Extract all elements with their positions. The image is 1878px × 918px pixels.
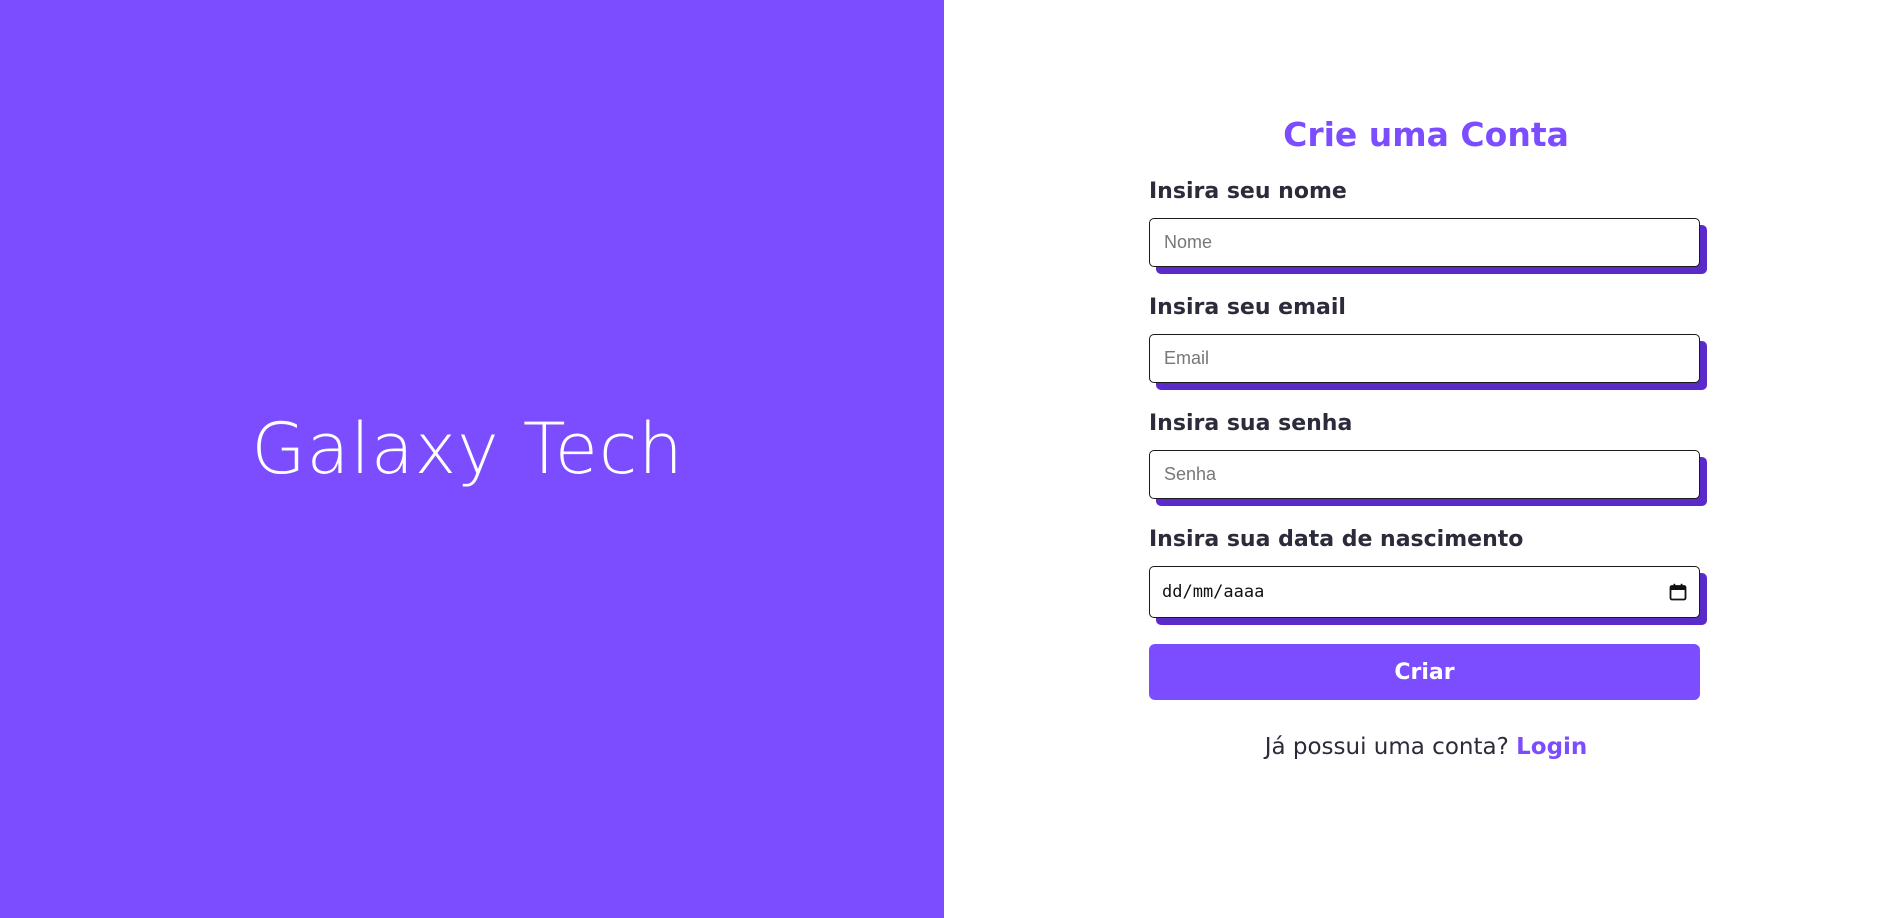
create-account-button[interactable]: Criar xyxy=(1149,644,1700,700)
name-field-group: Insira seu nome xyxy=(1149,177,1707,274)
name-input-wrapper xyxy=(1149,218,1707,274)
form-panel: Crie uma Conta Insira seu nome Insira se… xyxy=(944,0,1878,918)
brand-title: Galaxy Tech xyxy=(251,407,684,490)
birthdate-input-wrapper: dd/mm/aaaa xyxy=(1149,566,1707,625)
login-link[interactable]: Login xyxy=(1516,734,1587,760)
signup-form: Crie uma Conta Insira seu nome Insira se… xyxy=(1149,112,1707,760)
login-prompt-line: Já possui uma conta? Login xyxy=(1149,734,1703,760)
email-label: Insira seu email xyxy=(1149,295,1346,320)
birthdate-label: Insira sua data de nascimento xyxy=(1149,527,1524,552)
password-input-wrapper xyxy=(1149,450,1707,506)
brand-panel: Galaxy Tech xyxy=(0,0,944,918)
email-input[interactable] xyxy=(1162,347,1687,370)
name-input[interactable] xyxy=(1162,231,1687,254)
password-input-box[interactable] xyxy=(1149,450,1700,499)
password-field-group: Insira sua senha xyxy=(1149,409,1707,506)
name-input-box[interactable] xyxy=(1149,218,1700,267)
email-field-group: Insira seu email xyxy=(1149,293,1707,390)
signup-page: Galaxy Tech Crie uma Conta Insira seu no… xyxy=(0,0,1878,918)
birthdate-placeholder: dd/mm/aaaa xyxy=(1162,582,1265,602)
email-input-wrapper xyxy=(1149,334,1707,390)
calendar-icon[interactable] xyxy=(1669,583,1687,601)
birthdate-input[interactable]: dd/mm/aaaa xyxy=(1149,566,1700,618)
email-input-box[interactable] xyxy=(1149,334,1700,383)
birthdate-field-group: Insira sua data de nascimento dd/mm/aaaa xyxy=(1149,525,1707,625)
form-title: Crie uma Conta xyxy=(1283,115,1569,154)
password-label: Insira sua senha xyxy=(1149,411,1353,436)
password-input[interactable] xyxy=(1162,463,1687,486)
name-label: Insira seu nome xyxy=(1149,179,1347,204)
login-prompt-text: Já possui uma conta? xyxy=(1264,734,1509,760)
